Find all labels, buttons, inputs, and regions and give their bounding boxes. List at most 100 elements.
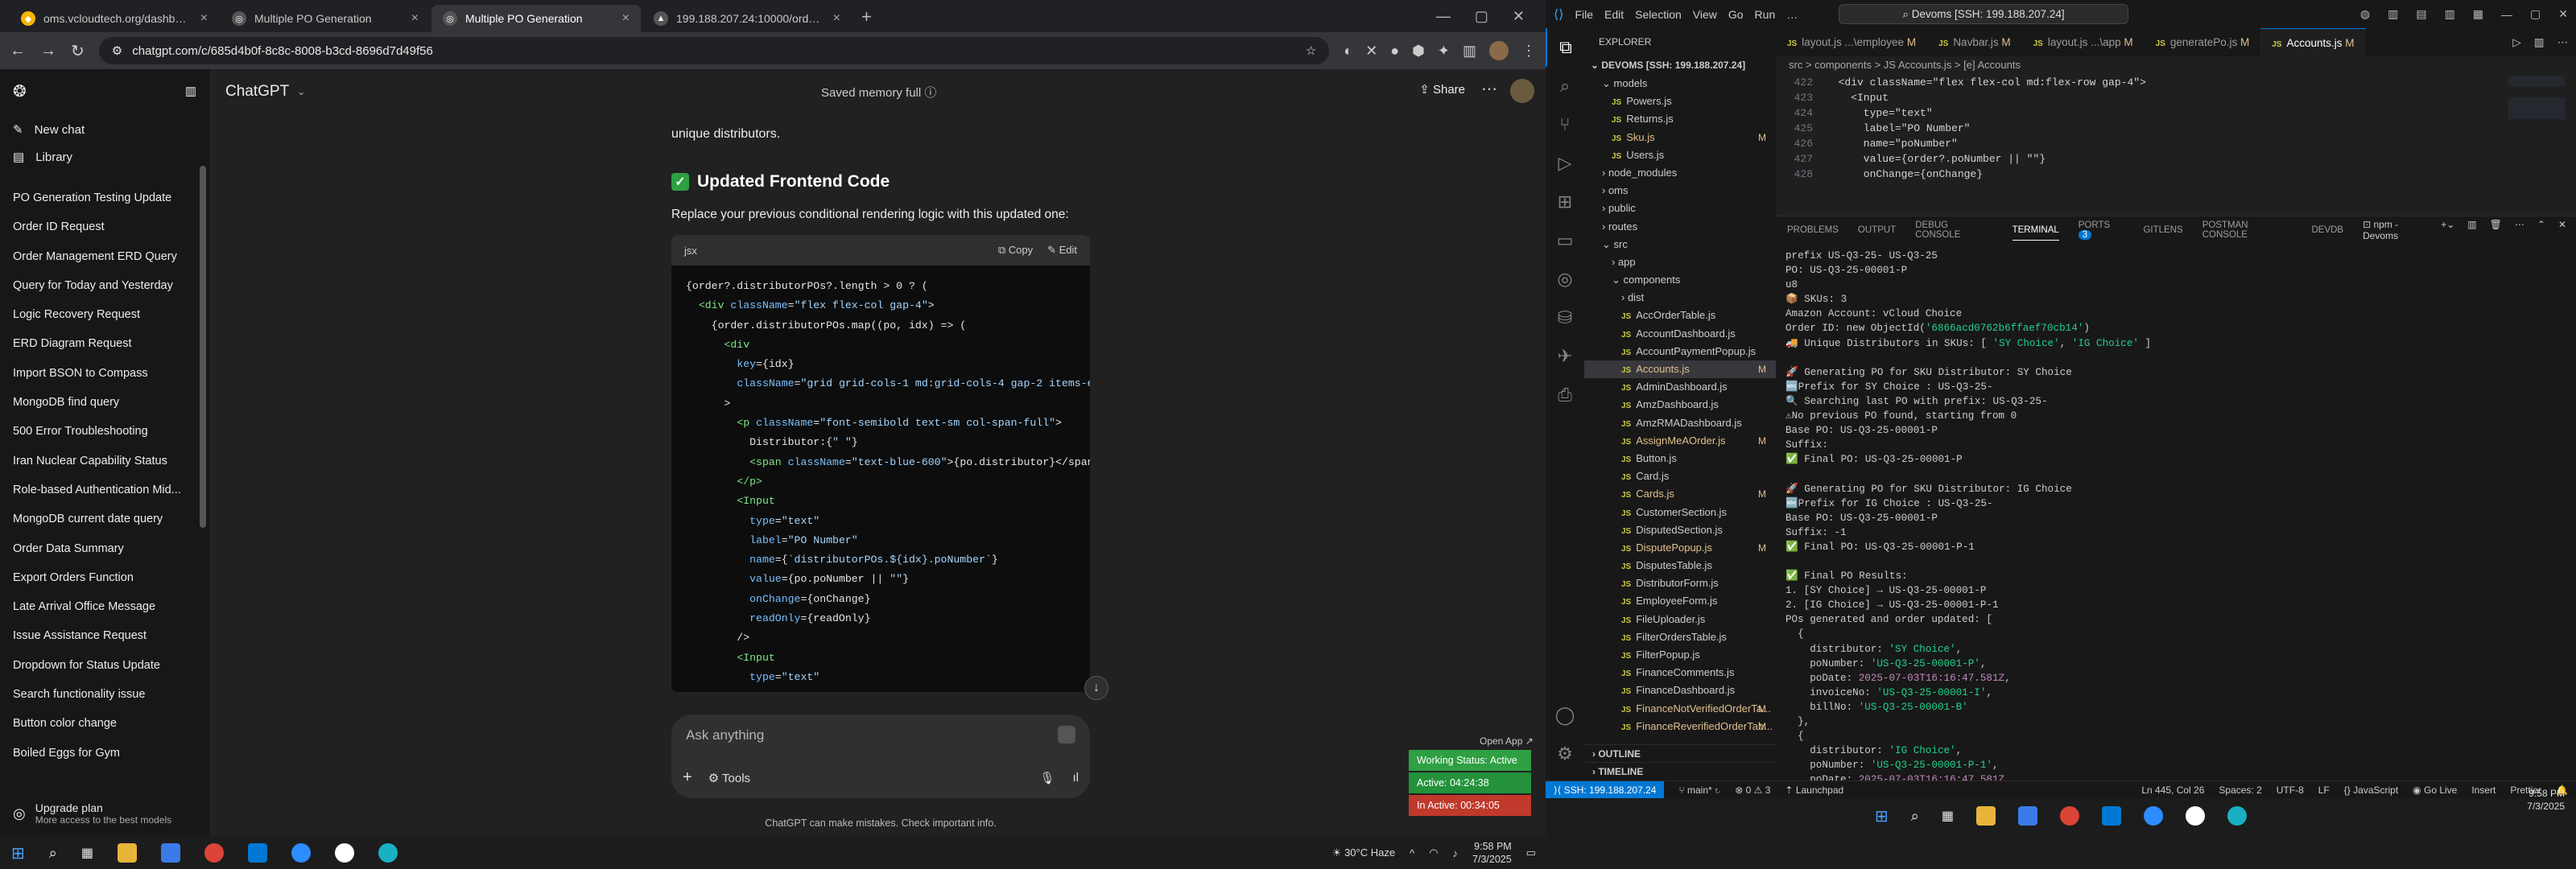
more-icon[interactable]: ⋯ xyxy=(2557,36,2569,49)
printer-icon[interactable]: ⎙ xyxy=(1546,376,1584,414)
tab-output[interactable]: OUTPUT xyxy=(1858,225,1896,235)
chat-history-item[interactable]: MongoDB find query xyxy=(6,388,203,417)
back-arrow-icon[interactable]: ← xyxy=(10,42,26,60)
remote-explorer-icon[interactable]: ▭ xyxy=(1546,221,1584,260)
file-item[interactable]: JS DisputePopup.js M xyxy=(1584,539,1776,557)
file-item[interactable]: JS DistributorForm.js xyxy=(1584,575,1776,592)
file-item[interactable]: JS EmployeeForm.js xyxy=(1584,592,1776,610)
problems-indicator[interactable]: ⊗ 0 ⚠ 3 xyxy=(1735,785,1770,796)
close-tab-icon[interactable]: × xyxy=(833,11,840,26)
minimize-icon[interactable]: — xyxy=(1436,8,1451,25)
source-control-icon[interactable]: ⑂ xyxy=(1546,105,1584,144)
toggle-sidebar-icon[interactable]: ▥ xyxy=(2388,7,2398,21)
search-icon[interactable]: ⌕ xyxy=(1911,808,1919,825)
trash-icon[interactable]: 🗑 xyxy=(2490,219,2502,241)
chrome-icon[interactable] xyxy=(2059,806,2079,826)
task-view-icon[interactable]: ▦ xyxy=(1942,808,1954,824)
tab-terminal[interactable]: TERMINAL xyxy=(2012,225,2059,241)
extensions-icon[interactable]: ⊞ xyxy=(1546,183,1584,221)
run-icon[interactable]: ▷ xyxy=(2512,36,2520,49)
file-item[interactable]: JS DisputedSection.js xyxy=(1584,521,1776,539)
edit-code-button[interactable]: ✎ Edit xyxy=(1047,244,1077,257)
file-item[interactable]: JS AmzRMADashboard.js xyxy=(1584,414,1776,432)
attachment-icon[interactable] xyxy=(1058,726,1075,743)
chat-history-item[interactable]: Boiled Eggs for Gym xyxy=(6,739,203,768)
bookmark-star-icon[interactable]: ☆ xyxy=(1306,43,1316,58)
file-item[interactable]: JS AccOrderTable.js xyxy=(1584,307,1776,324)
more-icon[interactable]: ⋯ xyxy=(2515,219,2524,241)
maximize-icon[interactable]: ▢ xyxy=(2530,7,2541,21)
voice-mode-icon[interactable]: ıl xyxy=(1073,771,1080,785)
new-chat-button[interactable]: ✎ New chat xyxy=(6,116,203,143)
toggle-panel-icon[interactable]: ▤ xyxy=(2416,7,2426,21)
folder-item[interactable]: › routes xyxy=(1584,218,1776,236)
microphone-icon[interactable]: 🎙 xyxy=(1039,771,1055,785)
clock[interactable]: 9:58 PM 7/3/2025 xyxy=(1472,840,1512,866)
extension-icon[interactable]: ◐ xyxy=(1344,43,1352,60)
chat-history-item[interactable]: Order ID Request xyxy=(6,212,203,241)
toggle-secondary-sidebar-icon[interactable]: ▥ xyxy=(2445,7,2455,21)
close-tab-icon[interactable]: × xyxy=(200,11,208,26)
chat-history-item[interactable]: Search functionality issue xyxy=(6,680,203,709)
extension-icon[interactable]: ● xyxy=(1390,43,1399,60)
app-icon[interactable] xyxy=(2227,806,2247,826)
tab-debug-console[interactable]: DEBUG CONSOLE xyxy=(1915,220,1992,240)
scroll-down-button[interactable]: ↓ xyxy=(1084,676,1108,700)
workspace-header[interactable]: ⌄ DEVOMS [SSH: 199.188.207.24] xyxy=(1584,56,1776,75)
sidebar-scrollbar[interactable] xyxy=(200,166,206,528)
folder-item[interactable]: ⌄ models xyxy=(1584,75,1776,93)
close-panel-icon[interactable]: ✕ xyxy=(2558,219,2566,241)
copy-code-button[interactable]: ⧉ Copy xyxy=(998,244,1033,257)
terminal-output[interactable]: prefix US-Q3-25- US-Q3-25 PO: US-Q3-25-0… xyxy=(1776,244,2576,822)
file-item[interactable]: JS Users.js xyxy=(1584,146,1776,164)
tab-devdb[interactable]: DEVDB xyxy=(2311,225,2343,235)
folder-item[interactable]: ⌄ components xyxy=(1584,271,1776,289)
chat-history-item[interactable]: Import BSON to Compass xyxy=(6,359,203,388)
search-icon[interactable]: ⌕ xyxy=(1546,67,1584,105)
menu-file[interactable]: File xyxy=(1575,8,1593,21)
minimap[interactable] xyxy=(2508,76,2565,184)
file-item[interactable]: JS Button.js xyxy=(1584,450,1776,467)
account-icon[interactable]: ◯ xyxy=(1546,696,1584,735)
zoom-icon[interactable] xyxy=(291,843,311,863)
chat-history-item[interactable]: Logic Recovery Request xyxy=(6,300,203,329)
file-item[interactable]: JS AssignMeAOrder.js M xyxy=(1584,432,1776,450)
sidebar-icon[interactable]: ▥ xyxy=(1463,43,1476,60)
explorer-icon[interactable]: ⧉ xyxy=(1546,28,1584,67)
windows-start-icon[interactable]: ⊞ xyxy=(1875,806,1889,826)
line-ending[interactable]: LF xyxy=(2318,785,2330,796)
more-options-icon[interactable]: ⋯ xyxy=(1481,79,1497,99)
file-explorer-icon[interactable] xyxy=(1975,806,1996,826)
file-item[interactable]: JS AccountPaymentPopup.js xyxy=(1584,343,1776,360)
task-view-icon[interactable]: ▦ xyxy=(81,845,93,861)
browser-tab-active[interactable]: ◎ Multiple PO Generation × xyxy=(431,5,641,32)
app-icon[interactable] xyxy=(334,843,354,863)
file-explorer-icon[interactable] xyxy=(117,843,137,863)
indentation[interactable]: Spaces: 2 xyxy=(2219,785,2261,796)
editor-tab[interactable]: JS layout.js ...\app M xyxy=(2022,28,2145,56)
menu-view[interactable]: View xyxy=(1693,8,1717,21)
forward-arrow-icon[interactable]: → xyxy=(40,42,56,60)
maximize-panel-icon[interactable]: ⌃ xyxy=(2537,219,2545,241)
file-item[interactable]: JS FinanceReverifiedOrderTab... M xyxy=(1584,718,1776,735)
editor-tab[interactable]: JS generatePo.js M xyxy=(2145,28,2261,56)
file-item[interactable]: JS Card.js xyxy=(1584,467,1776,485)
customize-layout-icon[interactable]: ▦ xyxy=(2473,7,2483,21)
postman-icon[interactable]: ✈ xyxy=(1546,337,1584,376)
tab-postman-console[interactable]: POSTMAN CONSOLE xyxy=(2202,220,2293,240)
gitlens-icon[interactable]: ◎ xyxy=(1546,260,1584,299)
address-bar[interactable]: ⚙ chatgpt.com/c/685d4b0f-8c8c-8008-b3cd-8… xyxy=(98,37,1330,64)
chat-history-item[interactable]: ERD Diagram Request xyxy=(6,329,203,358)
breadcrumb[interactable]: src > components > JS Accounts.js > [e] … xyxy=(1776,56,2576,74)
tools-button[interactable]: ⚙ Tools xyxy=(708,771,750,785)
tab-problems[interactable]: PROBLEMS xyxy=(1787,225,1839,235)
command-center-search[interactable]: ⌕ Devoms [SSH: 199.188.207.24] xyxy=(1839,4,2128,24)
profile-avatar[interactable] xyxy=(1489,41,1509,60)
vscode-icon[interactable] xyxy=(2101,806,2121,826)
file-item[interactable]: JS FinanceDashboard.js xyxy=(1584,682,1776,699)
open-app-link[interactable]: Open App ↗ xyxy=(1480,735,1534,747)
clock[interactable]: 9:58 PM 7/3/2025 xyxy=(2527,787,2565,813)
app-icon[interactable] xyxy=(378,843,398,863)
editor-tab[interactable]: JS Navbar.js M xyxy=(1927,28,2022,56)
file-item[interactable]: JS AccountDashboard.js xyxy=(1584,325,1776,343)
